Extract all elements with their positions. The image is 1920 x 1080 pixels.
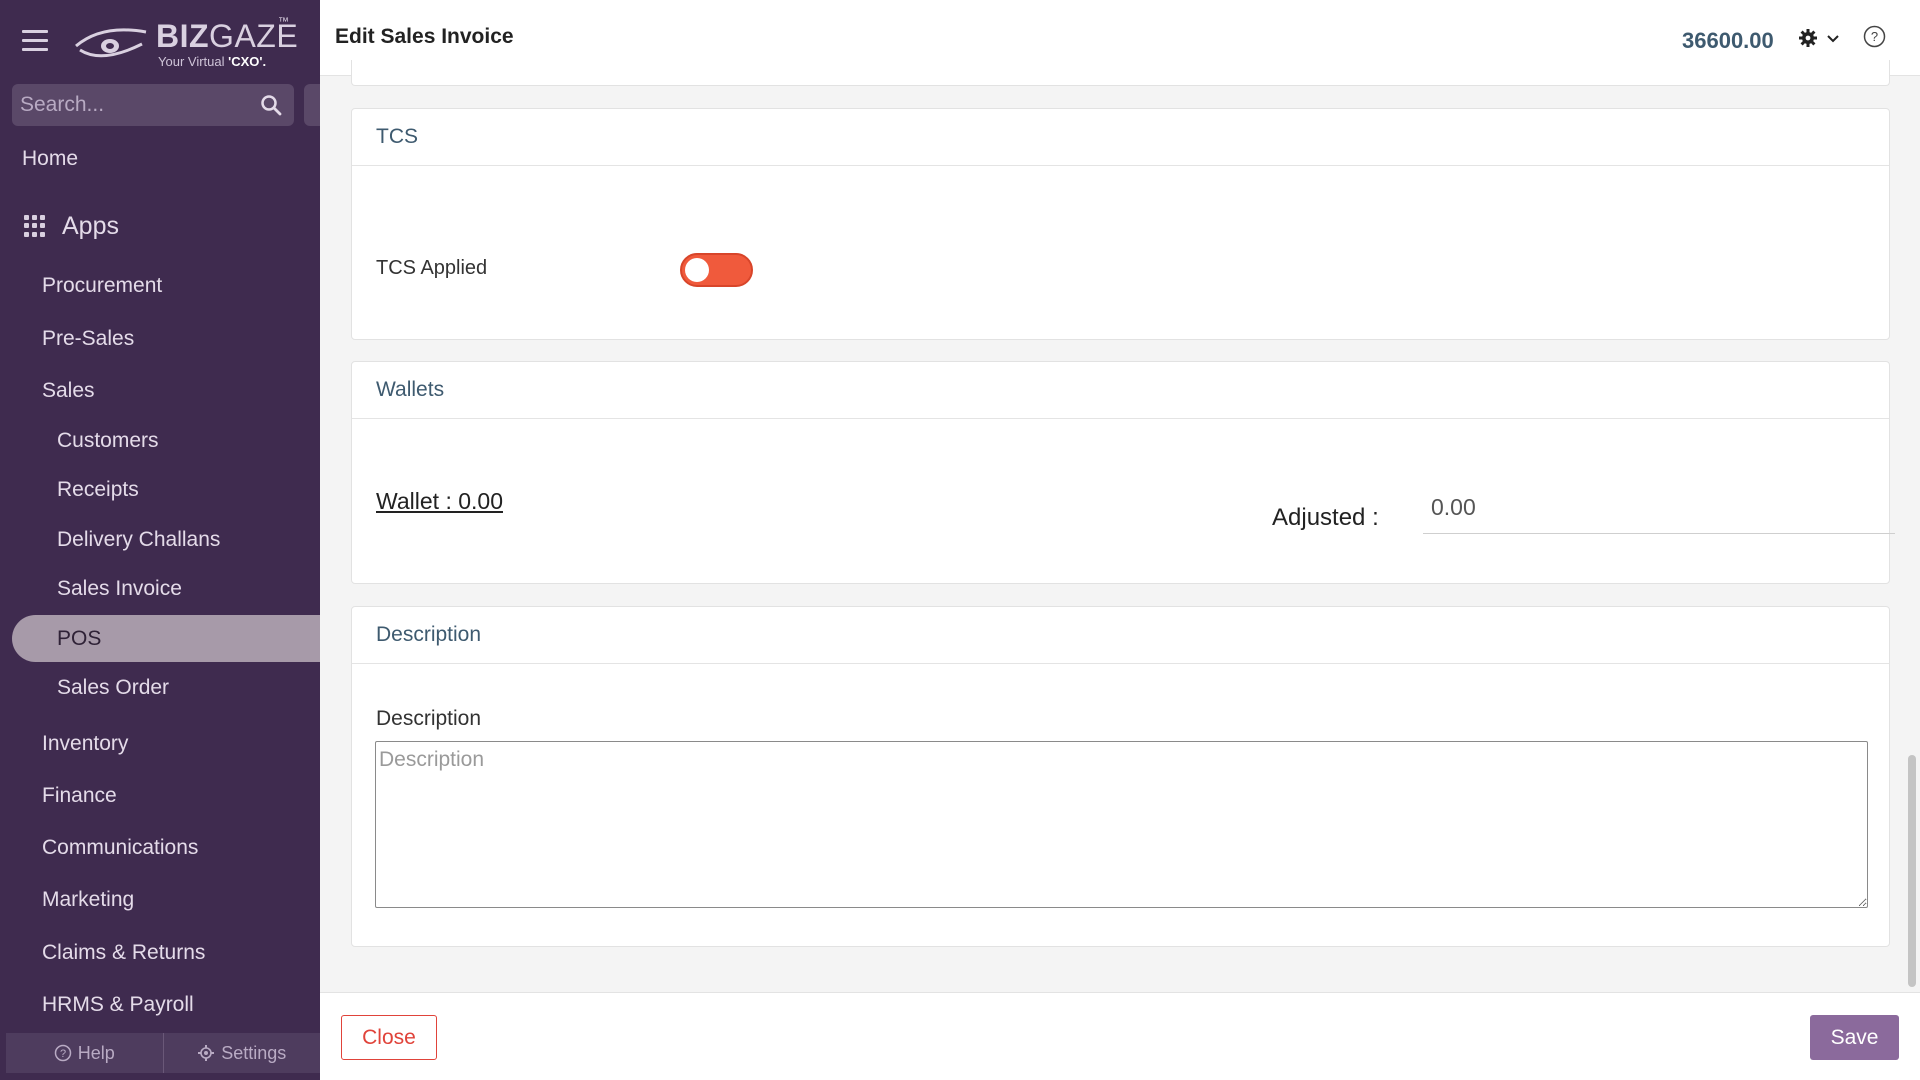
close-button[interactable]: Close (341, 1015, 437, 1060)
search-input[interactable] (12, 84, 252, 126)
tcs-section: TCS TCS Applied (351, 108, 1890, 340)
nav-sales-order[interactable]: Sales Order (57, 676, 169, 700)
adjusted-input[interactable] (1423, 482, 1895, 534)
toggle-knob (685, 258, 709, 282)
sidebar-footer: ? Help Settings (6, 1033, 320, 1073)
settings-label: Settings (221, 1042, 287, 1063)
nav-sales-invoice[interactable]: Sales Invoice (57, 577, 182, 601)
search-icon[interactable] (260, 94, 282, 116)
nav-claims-returns[interactable]: Claims & Returns (42, 941, 205, 965)
scrollbar-thumb[interactable] (1908, 755, 1916, 987)
chevron-down-icon[interactable] (1826, 34, 1840, 44)
nav-inventory[interactable]: Inventory (42, 732, 128, 756)
tcs-applied-label: TCS Applied (376, 257, 488, 279)
nav-hrms-payroll[interactable]: HRMS & Payroll (42, 993, 194, 1017)
tcs-applied-toggle[interactable] (680, 253, 753, 287)
help-label: Help (77, 1042, 115, 1063)
description-label: Description (376, 707, 482, 730)
wallets-section: Wallets Wallet : 0.00 Adjusted : (351, 361, 1895, 584)
brand-name: BIZGAZE (156, 18, 299, 54)
nav-receipts[interactable]: Receipts (57, 478, 139, 502)
nav-sales[interactable]: Sales (42, 379, 95, 403)
nav-communications[interactable]: Communications (42, 836, 198, 860)
description-heading: Description (352, 607, 1889, 664)
apps-label: Apps (62, 211, 119, 240)
nav-finance[interactable]: Finance (42, 784, 117, 808)
brand-trademark: ™ (278, 16, 289, 28)
sidebar-search (12, 84, 294, 126)
settings-button[interactable]: Settings (162, 1033, 321, 1073)
invoice-total: 36600.00 (1682, 28, 1774, 53)
settings-gear-icon (198, 1045, 215, 1061)
nav-marketing[interactable]: Marketing (42, 888, 134, 912)
gear-icon[interactable] (1798, 28, 1818, 48)
brand-logo[interactable]: BIZGAZE ™ Your Virtual 'CXO'. (72, 14, 298, 70)
sidebar-header: BIZGAZE ™ Your Virtual 'CXO'. (0, 0, 320, 80)
previous-section-card (351, 60, 1890, 86)
help-circle-icon[interactable]: ? (1863, 25, 1886, 48)
nav-pos[interactable]: POS (57, 627, 101, 651)
save-button[interactable]: Save (1810, 1015, 1899, 1060)
sidebar: BIZGAZE ™ Your Virtual 'CXO'. Home Apps … (0, 0, 320, 1080)
nav-apps[interactable]: Apps (24, 210, 119, 242)
brand-tagline: Your Virtual 'CXO'. (158, 54, 267, 69)
search-extra-button[interactable] (304, 84, 320, 126)
svg-text:?: ? (60, 1048, 66, 1060)
help-button[interactable]: ? Help (6, 1033, 163, 1073)
wallet-balance-link[interactable]: Wallet : 0.00 (376, 488, 503, 515)
help-icon: ? (54, 1044, 71, 1062)
hamburger-menu-icon[interactable] (22, 30, 48, 52)
adjusted-label: Adjusted : (1272, 504, 1379, 531)
logo-eye-icon (75, 28, 147, 58)
nav-customers[interactable]: Customers (57, 429, 159, 453)
apps-grid-icon (24, 215, 46, 237)
panel-footer: Close Save (320, 992, 1920, 1080)
page-title: Edit Sales Invoice (335, 25, 514, 48)
wallets-heading: Wallets (352, 362, 1889, 419)
nav-delivery-challans[interactable]: Delivery Challans (57, 528, 220, 552)
nav-procurement[interactable]: Procurement (42, 274, 162, 298)
nav-pre-sales[interactable]: Pre-Sales (42, 327, 134, 351)
nav-home[interactable]: Home (22, 147, 78, 171)
tcs-heading: TCS (352, 109, 1889, 166)
description-section: Description Description (351, 606, 1890, 947)
svg-text:?: ? (1871, 29, 1878, 44)
description-textarea[interactable] (375, 741, 1868, 908)
edit-panel: Edit Sales Invoice 36600.00 ? TCS TCS Ap… (320, 0, 1920, 1080)
